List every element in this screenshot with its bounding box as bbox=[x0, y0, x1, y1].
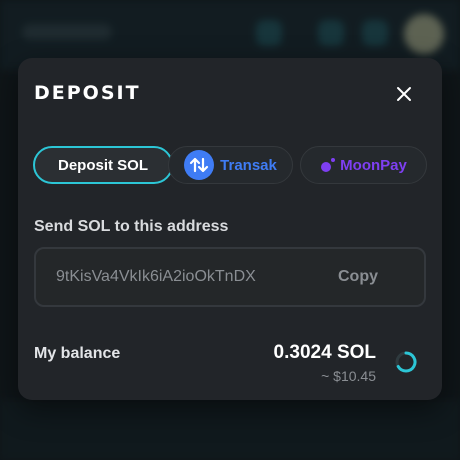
close-icon bbox=[397, 87, 411, 101]
deposit-modal: DEPOSIT Deposit SOL Transak MoonPay Send… bbox=[18, 58, 442, 400]
modal-title: DEPOSIT bbox=[34, 82, 141, 104]
tab-deposit-sol[interactable]: Deposit SOL bbox=[33, 146, 173, 184]
copy-button[interactable]: Copy bbox=[338, 268, 378, 286]
tab-transak[interactable]: Transak bbox=[168, 146, 293, 184]
tab-label: MoonPay bbox=[340, 156, 407, 174]
address-field[interactable]: 9tKisVa4VkIk6iA2ioOkTnDX Copy bbox=[34, 247, 426, 307]
balance-usd: ~ $10.45 bbox=[321, 368, 376, 384]
balance-amount: 0.3024 SOL bbox=[273, 342, 376, 363]
balance-label: My balance bbox=[34, 345, 121, 362]
transak-icon bbox=[184, 150, 215, 180]
close-button[interactable] bbox=[394, 84, 414, 104]
tab-label: Deposit SOL bbox=[57, 156, 148, 174]
moonpay-icon bbox=[320, 157, 336, 173]
address-label: Send SOL to this address bbox=[34, 218, 229, 235]
tab-moonpay[interactable]: MoonPay bbox=[300, 146, 427, 184]
tab-label: Transak bbox=[220, 156, 277, 174]
wallet-address[interactable]: 9tKisVa4VkIk6iA2ioOkTnDX bbox=[56, 268, 310, 286]
loading-spinner-icon bbox=[394, 350, 418, 374]
